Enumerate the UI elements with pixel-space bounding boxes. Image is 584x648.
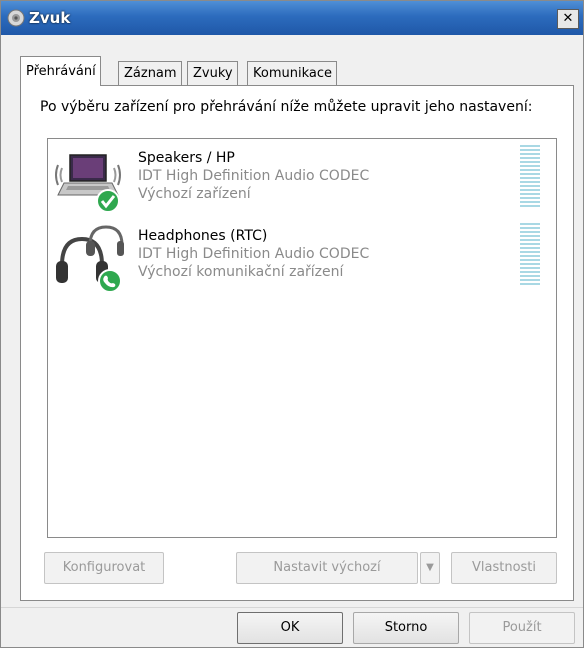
tab-label: Komunikace (253, 66, 332, 81)
button-label: Vlastnosti (471, 560, 537, 575)
tab-label: Záznam (124, 66, 177, 81)
tab-prehravani[interactable]: Přehrávání (20, 56, 101, 86)
device-name: Headphones (RTC) (138, 228, 268, 244)
set-default-dropdown-button[interactable]: ▼ (420, 552, 440, 584)
volume-level-meter (520, 223, 540, 285)
footer-divider (1, 607, 583, 608)
device-status: Výchozí komunikační zařízení (138, 264, 344, 280)
list-item[interactable]: Speakers / HP IDT High Definition Audio … (48, 143, 556, 219)
instruction-text: Po výběru zařízení pro přehrávání níže m… (40, 99, 533, 115)
speaker-app-icon (7, 9, 25, 27)
button-label: Nastavit výchozí (273, 560, 381, 575)
default-check-icon (96, 189, 120, 213)
list-item[interactable]: Headphones (RTC) IDT High Definition Aud… (48, 221, 556, 297)
tab-label: Zvuky (193, 66, 233, 81)
tab-label: Přehrávání (26, 64, 96, 79)
sound-dialog: Zvuk ✕ Přehrávání Záznam Zvuky Komunikac… (0, 0, 584, 648)
headphones-icon (56, 225, 124, 293)
apply-button[interactable]: Použít (469, 612, 575, 644)
device-list[interactable]: Speakers / HP IDT High Definition Audio … (47, 138, 557, 538)
speakers-laptop-icon (55, 154, 121, 213)
tab-komunikace[interactable]: Komunikace (247, 61, 337, 85)
close-icon: ✕ (562, 11, 574, 26)
set-default-button[interactable]: Nastavit výchozí (236, 552, 418, 584)
cancel-button[interactable]: Storno (353, 612, 459, 644)
device-status: Výchozí zařízení (138, 186, 251, 202)
title-bar[interactable]: Zvuk ✕ (1, 1, 583, 35)
chevron-down-icon: ▼ (426, 562, 434, 573)
button-label: OK (280, 620, 300, 635)
properties-button[interactable]: Vlastnosti (451, 552, 557, 584)
window-title: Zvuk (29, 9, 71, 27)
device-driver: IDT High Definition Audio CODEC (138, 246, 370, 262)
tab-zvuky[interactable]: Zvuky (187, 61, 238, 85)
tab-zaznam[interactable]: Záznam (118, 61, 182, 85)
button-label: Storno (384, 620, 428, 635)
device-name: Speakers / HP (138, 150, 235, 166)
device-driver: IDT High Definition Audio CODEC (138, 168, 370, 184)
close-button[interactable]: ✕ (557, 9, 579, 29)
button-label: Použít (502, 620, 542, 635)
default-communication-phone-icon (98, 269, 122, 293)
ok-button[interactable]: OK (237, 612, 343, 644)
playback-tab-panel: Po výběru zařízení pro přehrávání níže m… (20, 85, 574, 601)
configure-button[interactable]: Konfigurovat (44, 552, 164, 584)
volume-level-meter (520, 145, 540, 207)
button-label: Konfigurovat (62, 560, 146, 575)
